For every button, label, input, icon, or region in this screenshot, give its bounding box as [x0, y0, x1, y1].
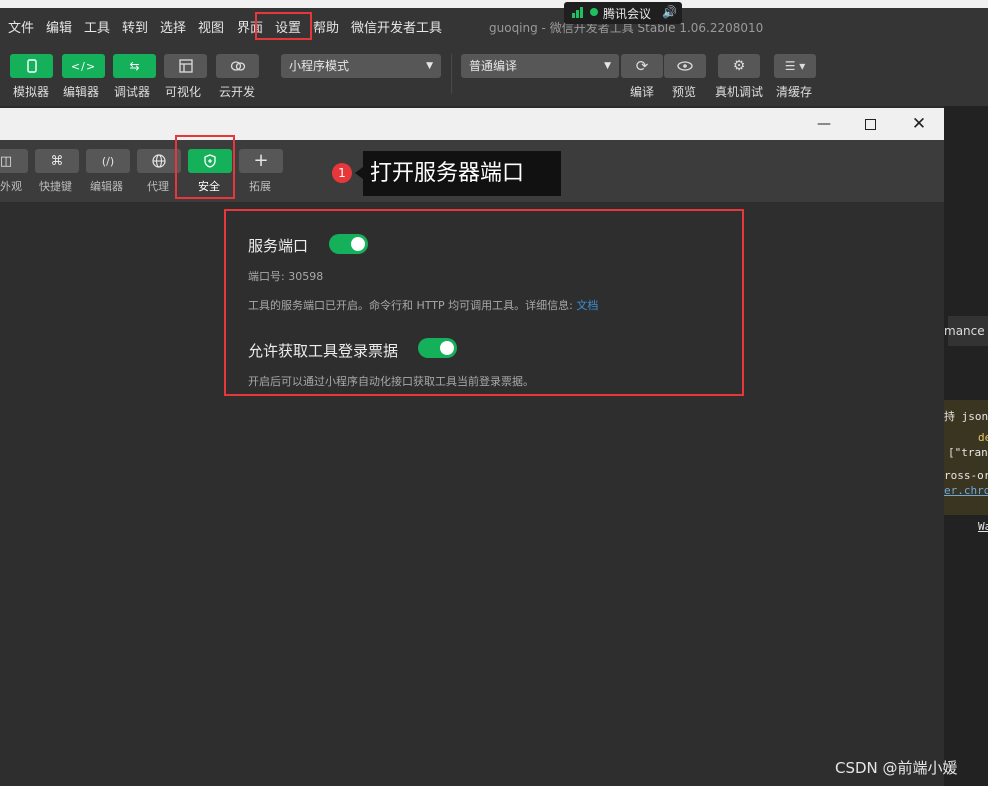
- login-ticket-description: 开启后可以通过小程序自动化接口获取工具当前登录票据。: [248, 375, 534, 388]
- command-icon: ⌘: [50, 153, 64, 169]
- menu-help[interactable]: 帮助: [313, 17, 339, 36]
- close-icon[interactable]: ✕: [896, 108, 942, 140]
- csdn-watermark: CSDN @前端小媛: [835, 759, 958, 777]
- dialog-titlebar: — ✕: [0, 108, 944, 140]
- devtools-line-5[interactable]: er.chro: [944, 484, 988, 497]
- callout-arrow: [355, 167, 363, 179]
- port-number-label: 端口号: 30598: [248, 270, 324, 283]
- eye-icon: [677, 61, 693, 71]
- editor-button[interactable]: </>: [62, 54, 105, 78]
- tab-editor[interactable]: (/): [86, 149, 130, 173]
- menu-goto[interactable]: 转到: [122, 17, 148, 36]
- editor-label: 编辑器: [63, 85, 100, 99]
- tab-extensions[interactable]: +: [239, 149, 283, 173]
- debugger-label: 调试器: [114, 85, 151, 99]
- cloud-label: 云开发: [219, 85, 256, 99]
- mode-select-value: 小程序模式: [289, 59, 350, 73]
- login-ticket-title: 允许获取工具登录票据: [248, 342, 399, 360]
- tab-shortcuts-label: 快捷键: [39, 180, 72, 193]
- devtools-tab-label: mance: [944, 324, 985, 338]
- recording-dot-icon: [590, 8, 598, 16]
- simulator-button[interactable]: [10, 54, 53, 78]
- tab-appearance[interactable]: ◫: [0, 149, 28, 173]
- layers-icon: ☰ ▾: [784, 59, 806, 73]
- preview-label: 预览: [672, 85, 697, 99]
- cloud-icon: [230, 61, 245, 71]
- compile-label: 编译: [630, 85, 655, 99]
- service-port-description: 工具的服务端口已开启。命令行和 HTTP 均可调用工具。详细信息: 文档: [248, 297, 598, 313]
- tab-editor-label: 编辑器: [90, 180, 123, 193]
- toolbar-divider: [451, 54, 452, 94]
- settings-dialog: — ✕ ◫ 外观 ⌘ 快捷键 (/) 编辑器 代理 安全 + 拓展 1 打开服务…: [0, 108, 944, 786]
- devtools-line-4: ross-or: [944, 469, 988, 482]
- menu-file[interactable]: 文件: [8, 17, 34, 36]
- visual-label: 可视化: [165, 85, 202, 99]
- main-toolbar: 模拟器 </> 编辑器 ⇆ 调试器 可视化 云开发 小程序模式 ▼ 普通编译 ▼…: [0, 42, 988, 106]
- toggle-knob: [440, 341, 454, 355]
- swap-icon: ⇆: [129, 59, 140, 73]
- service-port-title: 服务端口: [248, 237, 309, 255]
- service-port-desc-text: 工具的服务端口已开启。命令行和 HTTP 均可调用工具。详细信息:: [248, 299, 577, 312]
- tab-extensions-label: 拓展: [249, 180, 271, 193]
- debugger-button[interactable]: ⇆: [113, 54, 156, 78]
- simulator-label: 模拟器: [13, 85, 50, 99]
- clear-cache-button[interactable]: ☰ ▾: [774, 54, 816, 78]
- login-ticket-toggle[interactable]: [418, 338, 457, 358]
- callout-tooltip: 打开服务器端口: [363, 151, 561, 196]
- tab-proxy-label: 代理: [147, 180, 169, 193]
- clear-cache-label: 清缓存: [776, 85, 813, 99]
- devtools-line-2: de: [978, 431, 988, 444]
- menu-select[interactable]: 选择: [160, 17, 186, 36]
- devtools-line-3: ["tran: [948, 446, 988, 459]
- meeting-indicator[interactable]: 腾讯会议 🔊: [564, 2, 682, 24]
- caret-down-icon: ▼: [426, 61, 433, 71]
- visual-button[interactable]: [164, 54, 207, 78]
- code-icon: (/): [101, 154, 115, 168]
- service-port-toggle[interactable]: [329, 234, 368, 254]
- security-tab-highlight: [175, 135, 235, 199]
- step-number-badge: 1: [332, 163, 352, 183]
- tab-appearance-label: 外观: [0, 180, 22, 193]
- menu-view[interactable]: 视图: [198, 17, 224, 36]
- signal-icon: [572, 7, 584, 18]
- real-debug-button[interactable]: ⚙: [718, 54, 760, 78]
- toggle-knob: [351, 237, 365, 251]
- meeting-label: 腾讯会议: [603, 7, 652, 21]
- menu-wechat-devtools[interactable]: 微信开发者工具: [351, 17, 442, 36]
- globe-icon: [152, 154, 166, 168]
- layout-icon: ◫: [0, 153, 13, 169]
- menu-tools[interactable]: 工具: [84, 17, 110, 36]
- preview-button[interactable]: [664, 54, 706, 78]
- menu-bar: 文件 编辑 工具 转到 选择 视图 界面 设置 帮助 微信开发者工具 guoqi…: [0, 8, 988, 42]
- devtools-line-6: Wa: [978, 520, 988, 533]
- caret-down-icon: ▼: [604, 61, 611, 71]
- screenshot-root: 文件 编辑 工具 转到 选择 视图 界面 设置 帮助 微信开发者工具 guoqi…: [0, 0, 988, 786]
- refresh-icon: ⟳: [635, 57, 649, 75]
- speaker-icon: 🔊: [662, 5, 677, 19]
- settings-tabs-bar: ◫ 外观 ⌘ 快捷键 (/) 编辑器 代理 安全 + 拓展 1 打开服务器端口: [0, 135, 944, 202]
- compile-select-value: 普通编译: [469, 59, 518, 73]
- maximize-icon[interactable]: [847, 108, 893, 140]
- code-icon: </>: [70, 59, 97, 73]
- real-debug-label: 真机调试: [715, 85, 764, 99]
- layout-icon: [178, 59, 193, 73]
- phone-icon: [26, 59, 37, 73]
- tab-shortcuts[interactable]: ⌘: [35, 149, 79, 173]
- devtools-line-1: 持 json: [944, 410, 988, 423]
- compile-select[interactable]: 普通编译 ▼: [461, 54, 619, 78]
- compile-button[interactable]: ⟳: [621, 54, 663, 78]
- bug-icon: ⚙: [732, 58, 746, 74]
- mode-select[interactable]: 小程序模式 ▼: [281, 54, 441, 78]
- top-strip: [0, 0, 988, 8]
- devtools-tab-peek[interactable]: mance: [944, 316, 988, 346]
- settings-menu-highlight: [255, 12, 312, 40]
- docs-link[interactable]: 文档: [576, 299, 598, 312]
- cloud-button[interactable]: [216, 54, 259, 78]
- minimize-icon[interactable]: —: [801, 108, 847, 140]
- plus-icon: +: [253, 150, 269, 171]
- menu-edit[interactable]: 编辑: [46, 17, 72, 36]
